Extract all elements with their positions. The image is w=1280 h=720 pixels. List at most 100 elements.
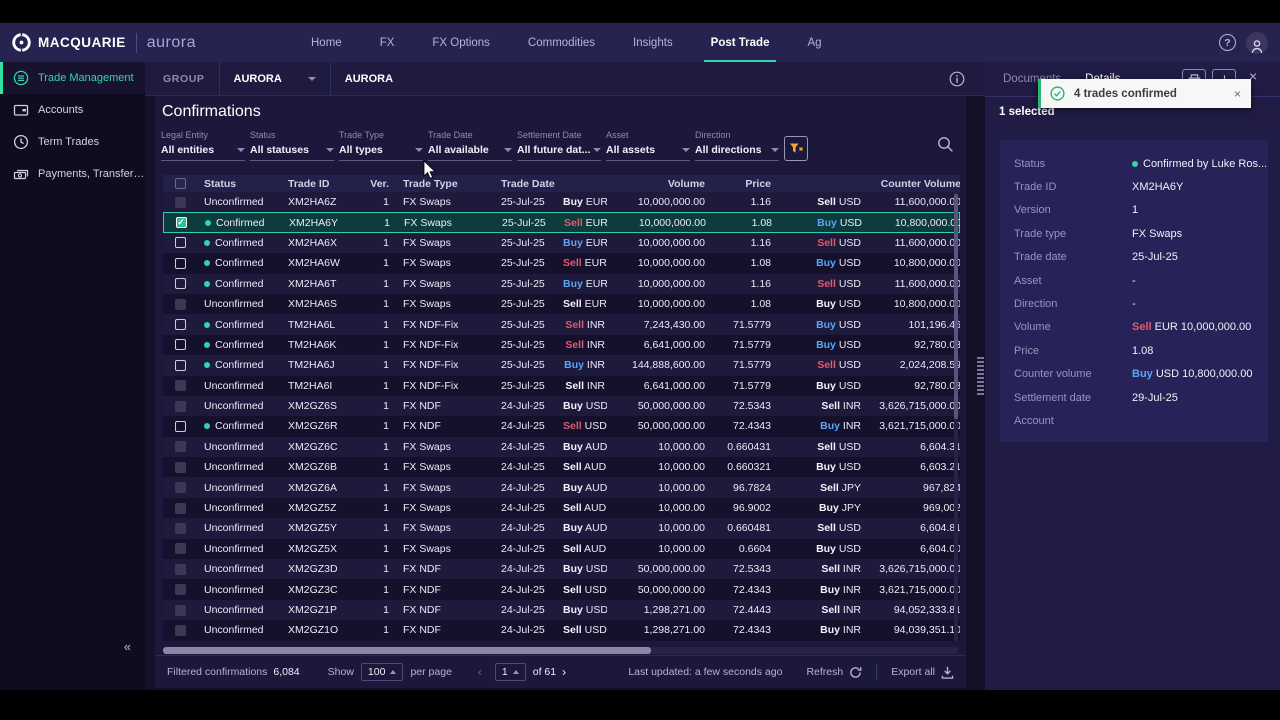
table-row-XM2GZ1O[interactable]: UnconfirmedXM2GZ1O1FX NDF24-Jul-25Sell U…	[163, 620, 960, 640]
column-header-status[interactable]: Status	[197, 178, 283, 190]
table-row-XM2HA6T[interactable]: ConfirmedXM2HA6T1FX Swaps25-Jul-25Buy EU…	[163, 274, 960, 294]
nav-tab-commodities[interactable]: Commodities	[509, 23, 614, 62]
filter-settlement-date[interactable]: Settlement Date All future dat...	[517, 130, 601, 161]
panel-resize-handle[interactable]	[977, 357, 984, 397]
table-row-XM2HA6X[interactable]: ConfirmedXM2HA6X1FX Swaps25-Jul-25Buy EU…	[163, 233, 960, 253]
page-number-value: 1	[502, 666, 508, 678]
filter-trade-date[interactable]: Trade Date All available	[428, 130, 512, 161]
vertical-scrollbar[interactable]	[954, 192, 958, 641]
sidebar-item-trade-management[interactable]: Trade Management	[0, 62, 145, 94]
table-row-XM2GZ6S[interactable]: UnconfirmedXM2GZ6S1FX NDF24-Jul-25Buy US…	[163, 396, 960, 416]
user-avatar-icon[interactable]	[1246, 32, 1268, 54]
row-checkbox-cell	[163, 360, 197, 371]
filter-trade-type[interactable]: Trade Type All types	[339, 130, 423, 161]
export-all-button[interactable]: Export all	[891, 666, 954, 679]
prev-page-button[interactable]: ‹	[478, 665, 482, 679]
direction-buy: Buy	[563, 482, 583, 494]
row-checkbox[interactable]	[175, 421, 186, 432]
table-row-TM2HA6K[interactable]: ConfirmedTM2HA6K1FX NDF-Fix25-Jul-25Sell…	[163, 335, 960, 355]
page-size-select[interactable]: 100	[361, 663, 404, 681]
row-checkbox[interactable]	[175, 625, 186, 636]
horizontal-scrollbar-thumb[interactable]	[163, 647, 651, 654]
column-header-trade-id[interactable]: Trade ID	[283, 178, 359, 190]
select-all-checkbox[interactable]	[175, 178, 186, 189]
refresh-button[interactable]: Refresh	[806, 666, 862, 679]
table-row-XM2GZ6C[interactable]: UnconfirmedXM2GZ6C1FX Swaps24-Jul-25Buy …	[163, 437, 960, 457]
table-row-XM2HA6Y[interactable]: ✓ConfirmedXM2HA6Y1FX Swaps25-Jul-25Sell …	[163, 212, 960, 232]
row-checkbox[interactable]	[175, 584, 186, 595]
nav-tab-fx[interactable]: FX	[361, 23, 414, 62]
cell-version: 1	[360, 217, 390, 229]
vertical-scrollbar-thumb[interactable]	[954, 194, 958, 419]
cell-version: 1	[359, 563, 389, 575]
sidebar-collapse-button[interactable]: «	[124, 639, 131, 654]
row-checkbox[interactable]	[175, 564, 186, 575]
search-icon[interactable]	[937, 136, 954, 158]
nav-tab-insights[interactable]: Insights	[614, 23, 692, 62]
table-row-TM2HA6L[interactable]: ConfirmedTM2HA6L1FX NDF-Fix25-Jul-25Sell…	[163, 314, 960, 334]
nav-tab-home[interactable]: Home	[292, 23, 361, 62]
row-checkbox[interactable]	[175, 380, 186, 391]
table-row-XM2GZ3D[interactable]: UnconfirmedXM2GZ3D1FX NDF24-Jul-25Buy US…	[163, 559, 960, 579]
nav-tab-post-trade[interactable]: Post Trade	[692, 23, 789, 62]
table-row-XM2GZ5X[interactable]: UnconfirmedXM2GZ5X1FX Swaps24-Jul-25Sell…	[163, 539, 960, 559]
next-page-button[interactable]: ›	[562, 665, 566, 679]
column-header-counter-volume[interactable]: Counter Volume	[863, 178, 960, 190]
table-row-TM2HA6J[interactable]: ConfirmedTM2HA6J1FX NDF-Fix25-Jul-25Buy …	[163, 355, 960, 375]
cell-status: Unconfirmed	[197, 502, 283, 514]
column-header-trade-date[interactable]: Trade Date	[495, 178, 563, 190]
row-checkbox[interactable]	[175, 462, 186, 473]
table-row-XM2GZ6B[interactable]: UnconfirmedXM2GZ6B1FX Swaps24-Jul-25Sell…	[163, 457, 960, 477]
brand[interactable]: MACQUARIE aurora	[12, 33, 196, 53]
row-checkbox[interactable]	[175, 299, 186, 310]
row-checkbox[interactable]	[175, 503, 186, 514]
page-number-select[interactable]: 1	[495, 663, 526, 681]
info-icon[interactable]	[949, 71, 965, 92]
group-select[interactable]: AURORA	[219, 62, 331, 95]
clear-filters-button[interactable]	[784, 136, 808, 161]
horizontal-scrollbar[interactable]	[163, 647, 958, 654]
row-checkbox[interactable]	[175, 237, 186, 248]
group-bar: GROUP AURORA AURORA	[145, 62, 985, 96]
column-header-ver-[interactable]: Ver.	[359, 178, 389, 190]
row-checkbox[interactable]	[175, 605, 186, 616]
row-checkbox[interactable]	[175, 543, 186, 554]
help-icon[interactable]: ?	[1219, 34, 1236, 51]
column-header-price[interactable]: Price	[707, 178, 773, 190]
row-checkbox[interactable]	[175, 197, 186, 208]
table-row-XM2HA6W[interactable]: ConfirmedXM2HA6W1FX Swaps25-Jul-25Sell E…	[163, 253, 960, 273]
table-row-XM2GZ1P[interactable]: UnconfirmedXM2GZ1P1FX NDF24-Jul-25Buy US…	[163, 600, 960, 620]
sidebar-item-term-trades[interactable]: Term Trades	[0, 126, 145, 158]
nav-tab-ag[interactable]: Ag	[788, 23, 840, 62]
row-checkbox[interactable]	[175, 401, 186, 412]
filter-status[interactable]: Status All statuses	[250, 130, 334, 161]
row-checkbox[interactable]	[175, 523, 186, 534]
row-checkbox[interactable]	[175, 258, 186, 269]
table-row-XM2HA6Z[interactable]: UnconfirmedXM2HA6Z1FX Swaps25-Jul-25Buy …	[163, 192, 960, 212]
cell-trade-date: 24-Jul-25	[495, 420, 563, 432]
filter-direction[interactable]: Direction All directions	[695, 130, 779, 161]
table-row-XM2GZ3C[interactable]: UnconfirmedXM2GZ3C1FX NDF24-Jul-25Sell U…	[163, 579, 960, 599]
toast-close-icon[interactable]: ×	[1234, 87, 1241, 101]
column-header-volume[interactable]: Volume	[607, 178, 707, 190]
table-row-XM2HA6S[interactable]: UnconfirmedXM2HA6S1FX Swaps25-Jul-25Sell…	[163, 294, 960, 314]
row-checkbox[interactable]	[175, 482, 186, 493]
filter-asset[interactable]: Asset All assets	[606, 130, 690, 161]
row-checkbox[interactable]	[175, 278, 186, 289]
row-checkbox[interactable]: ✓	[176, 217, 187, 228]
table-row-XM2GZ6R[interactable]: ConfirmedXM2GZ6R1FX NDF24-Jul-25Sell USD…	[163, 416, 960, 436]
sidebar-item-payments-transfers[interactable]: Payments, Transfers & ...	[0, 158, 145, 190]
table-row-TM2HA6I[interactable]: UnconfirmedTM2HA6I1FX NDF-Fix25-Jul-25Se…	[163, 376, 960, 396]
table-row-XM2GZ5Y[interactable]: UnconfirmedXM2GZ5Y1FX Swaps24-Jul-25Buy …	[163, 518, 960, 538]
column-header-trade-type[interactable]: Trade Type	[389, 178, 495, 190]
table-row-XM2GZ5Z[interactable]: UnconfirmedXM2GZ5Z1FX Swaps24-Jul-25Sell…	[163, 498, 960, 518]
cell-volume: 10,000,000.00	[607, 237, 707, 249]
row-checkbox[interactable]	[175, 441, 186, 452]
nav-tab-fx-options[interactable]: FX Options	[413, 23, 509, 62]
row-checkbox[interactable]	[175, 339, 186, 350]
sidebar-item-accounts[interactable]: Accounts	[0, 94, 145, 126]
filter-legal-entity[interactable]: Legal Entity All entities	[161, 130, 245, 161]
row-checkbox[interactable]	[175, 319, 186, 330]
row-checkbox[interactable]	[175, 360, 186, 371]
table-row-XM2GZ6A[interactable]: UnconfirmedXM2GZ6A1FX Swaps24-Jul-25Buy …	[163, 477, 960, 497]
